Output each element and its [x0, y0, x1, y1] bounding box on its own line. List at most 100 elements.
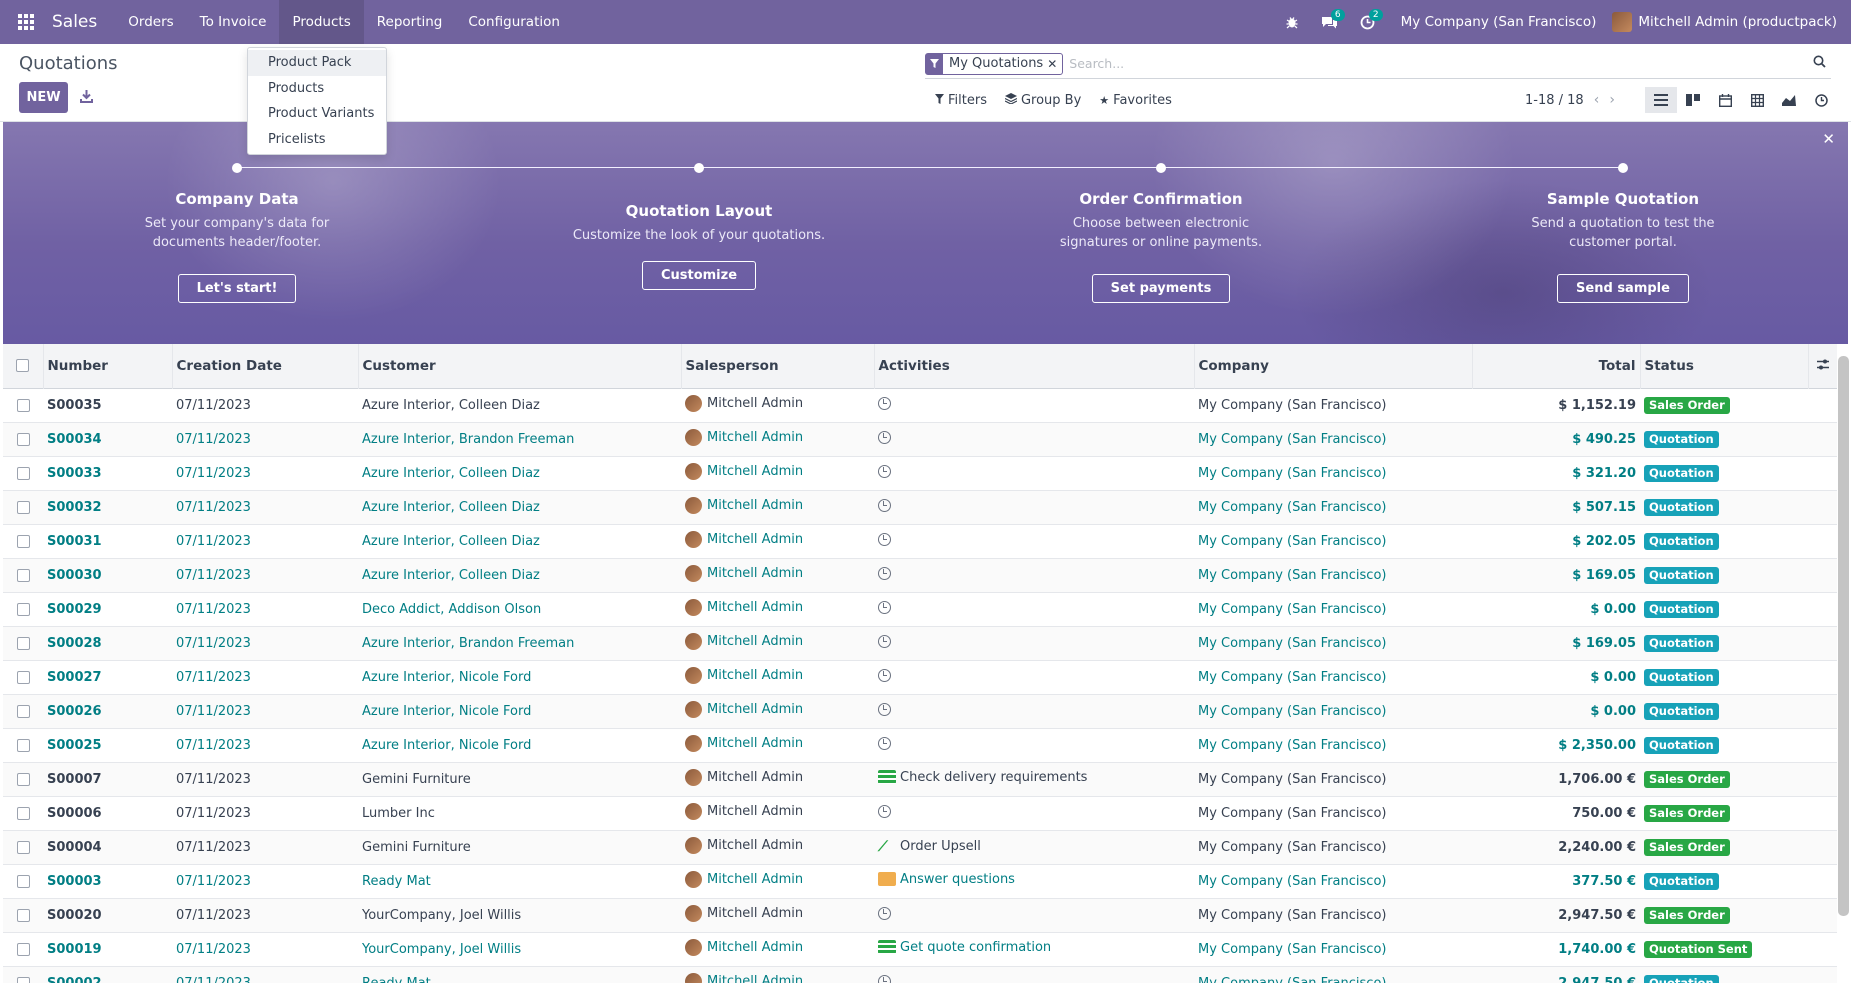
close-icon[interactable]: ✕: [1822, 130, 1835, 148]
row-checkbox[interactable]: [16, 976, 30, 983]
row-checkbox[interactable]: [16, 942, 30, 956]
table-row[interactable]: S00026 07/11/2023 Azure Interior, Nicole F…: [3, 694, 1837, 728]
lets-start-button[interactable]: Let's start!: [177, 274, 297, 303]
clock-icon[interactable]: [878, 974, 891, 983]
row-checkbox[interactable]: [16, 874, 30, 888]
row-checkbox[interactable]: [16, 500, 30, 514]
activity[interactable]: ⟋ Order Upsell: [878, 839, 981, 854]
row-checkbox[interactable]: [16, 636, 30, 650]
table-row[interactable]: S00031 07/11/2023 Azure Interior, Colleen …: [3, 524, 1837, 558]
table-row[interactable]: S00004 07/11/2023 Gemini Furniture Mitchell…: [3, 830, 1837, 864]
graph-view-icon[interactable]: [1773, 87, 1805, 113]
list-view-icon[interactable]: [1645, 87, 1677, 113]
table-row[interactable]: S00029 07/11/2023 Deco Addict, Addison Ols…: [3, 592, 1837, 626]
table-row[interactable]: S00020 07/11/2023 YourCompany, Joel Willis…: [3, 898, 1837, 932]
row-checkbox[interactable]: [16, 670, 30, 684]
table-row[interactable]: S00028 07/11/2023 Azure Interior, Brandon …: [3, 626, 1837, 660]
clock-icon[interactable]: [878, 430, 891, 444]
calendar-view-icon[interactable]: [1709, 87, 1741, 113]
todo-list-icon[interactable]: [878, 940, 896, 955]
clock-icon[interactable]: [878, 532, 891, 546]
table-row[interactable]: S00003 07/11/2023 Ready Mat Mitchell Admin A…: [3, 864, 1837, 898]
clock-icon[interactable]: [878, 702, 891, 716]
search-facet[interactable]: My Quotations ✕: [925, 52, 1064, 75]
clock-icon[interactable]: [878, 634, 891, 648]
menu-to-invoice[interactable]: To Invoice: [187, 0, 280, 44]
column-creation-date[interactable]: Creation Date: [172, 344, 359, 388]
row-checkbox[interactable]: [16, 772, 30, 786]
table-row[interactable]: S00034 07/11/2023 Azure Interior, Brandon …: [3, 422, 1837, 456]
row-checkbox[interactable]: [16, 908, 30, 922]
table-row[interactable]: S00006 07/11/2023 Lumber Inc Mitchell Admin…: [3, 796, 1837, 830]
table-row[interactable]: S00033 07/11/2023 Azure Interior, Colleen …: [3, 456, 1837, 490]
user-menu[interactable]: Mitchell Admin (productpack): [1612, 12, 1837, 32]
group-by-button[interactable]: Group By: [1004, 93, 1081, 108]
optional-columns-icon[interactable]: [1808, 344, 1837, 388]
pivot-view-icon[interactable]: [1741, 87, 1773, 113]
dropdown-item-product-variants[interactable]: Product Variants: [248, 101, 386, 127]
todo-list-icon[interactable]: [878, 770, 896, 785]
new-button[interactable]: NEW: [19, 82, 68, 113]
column-customer[interactable]: Customer: [358, 344, 682, 388]
table-row[interactable]: S00032 07/11/2023 Azure Interior, Colleen …: [3, 490, 1837, 524]
scrollbar[interactable]: [1838, 356, 1849, 916]
clock-icon[interactable]: [878, 566, 891, 580]
column-number[interactable]: Number: [43, 344, 173, 388]
table-row[interactable]: S00030 07/11/2023 Azure Interior, Colleen …: [3, 558, 1837, 592]
clock-icon[interactable]: [878, 396, 891, 410]
clock-icon[interactable]: [878, 498, 891, 512]
favorites-button[interactable]: ★ Favorites: [1099, 93, 1172, 108]
dropdown-item-product-pack[interactable]: Product Pack: [248, 50, 386, 76]
menu-products[interactable]: Products: [279, 0, 364, 44]
clock-icon[interactable]: [878, 464, 891, 478]
app-brand[interactable]: Sales: [52, 12, 97, 32]
table-row[interactable]: S00035 07/11/2023 Azure Interior, Colleen …: [3, 388, 1837, 422]
column-activities[interactable]: Activities: [874, 344, 1195, 388]
row-checkbox[interactable]: [16, 432, 30, 446]
activity-view-icon[interactable]: [1805, 87, 1837, 113]
table-row[interactable]: S00007 07/11/2023 Gemini Furniture Mitchell…: [3, 762, 1837, 796]
row-checkbox[interactable]: [16, 534, 30, 548]
row-checkbox[interactable]: [16, 806, 30, 820]
apps-menu-icon[interactable]: [0, 0, 52, 44]
clock-icon[interactable]: [878, 906, 891, 920]
row-checkbox[interactable]: [16, 466, 30, 480]
pager-next-icon[interactable]: ›: [1609, 92, 1615, 108]
row-checkbox[interactable]: [16, 704, 30, 718]
column-company[interactable]: Company: [1194, 344, 1473, 388]
menu-reporting[interactable]: Reporting: [364, 0, 456, 44]
clock-icon[interactable]: [878, 668, 891, 682]
pager-value[interactable]: 1-18 / 18: [1525, 93, 1584, 108]
column-status[interactable]: Status: [1640, 344, 1809, 388]
row-checkbox[interactable]: [16, 398, 30, 412]
clock-icon[interactable]: [878, 804, 891, 818]
download-icon[interactable]: [76, 86, 96, 106]
activities-icon[interactable]: 2: [1351, 0, 1385, 44]
menu-configuration[interactable]: Configuration: [455, 0, 573, 44]
row-checkbox[interactable]: [16, 840, 30, 854]
customize-button[interactable]: Customize: [641, 261, 757, 290]
column-salesperson[interactable]: Salesperson: [681, 344, 875, 388]
dropdown-item-products[interactable]: Products: [248, 76, 386, 102]
row-checkbox[interactable]: [16, 738, 30, 752]
row-checkbox[interactable]: [16, 602, 30, 616]
select-all-checkbox[interactable]: [16, 359, 30, 373]
facet-remove-icon[interactable]: ✕: [1047, 57, 1062, 71]
activity[interactable]: Get quote confirmation: [878, 940, 1051, 955]
company-switcher[interactable]: My Company (San Francisco): [1389, 0, 1609, 44]
send-sample-button[interactable]: Send sample: [1557, 274, 1689, 303]
trend-up-icon[interactable]: ⟋: [878, 840, 896, 854]
activity[interactable]: Answer questions: [878, 872, 1015, 887]
table-row[interactable]: S00019 07/11/2023 YourCompany, Joel Willis…: [3, 932, 1837, 966]
envelope-icon[interactable]: [878, 872, 896, 887]
column-total[interactable]: Total: [1472, 344, 1641, 388]
pager-previous-icon[interactable]: ‹: [1594, 92, 1600, 108]
row-checkbox[interactable]: [16, 568, 30, 582]
clock-icon[interactable]: [878, 736, 891, 750]
clock-icon[interactable]: [878, 600, 891, 614]
table-row[interactable]: S00025 07/11/2023 Azure Interior, Nicole F…: [3, 728, 1837, 762]
search-input[interactable]: [1069, 56, 1807, 71]
kanban-view-icon[interactable]: [1677, 87, 1709, 113]
bug-icon[interactable]: [1275, 0, 1309, 44]
search-icon[interactable]: [1807, 55, 1831, 72]
